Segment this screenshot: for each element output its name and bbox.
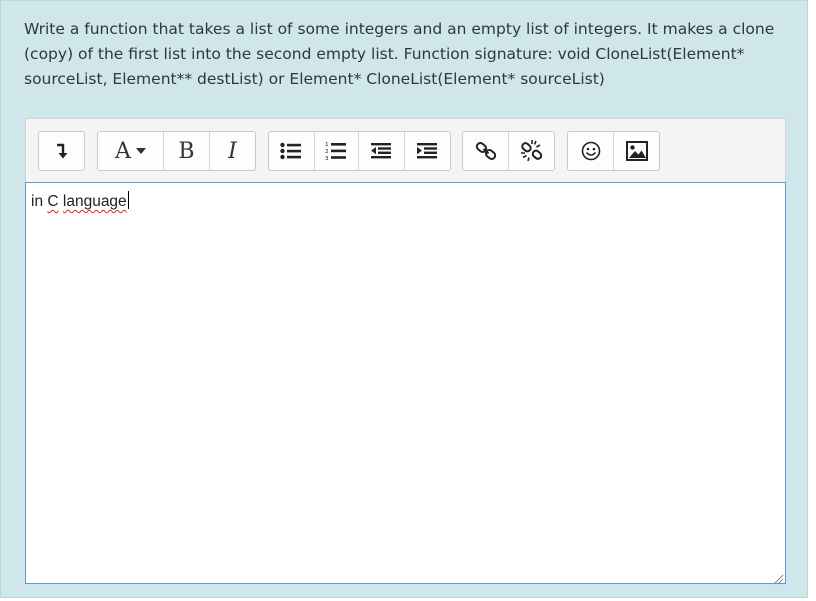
svg-text:1: 1: [325, 142, 329, 148]
indent-icon: [416, 142, 438, 160]
toolbar-group-links: [462, 131, 555, 171]
editor-toolbar: A B I 1 2 3: [25, 118, 786, 182]
chevron-down-icon: [135, 148, 146, 154]
question-text: Write a function that takes a list of so…: [24, 20, 775, 88]
bold-icon: B: [178, 138, 195, 164]
text-caret: [127, 191, 129, 209]
editor-text: in C language: [31, 191, 129, 211]
unordered-list-button[interactable]: [269, 132, 315, 170]
toolbar-group-insert: [567, 131, 660, 171]
editor-text-plain: in: [31, 193, 48, 210]
insert-image-button[interactable]: [614, 132, 659, 170]
font-style-icon: A: [115, 138, 131, 164]
unlink-button[interactable]: [509, 132, 554, 170]
resize-handle[interactable]: [772, 570, 784, 585]
toolbar-group-lists: 1 2 3: [268, 131, 451, 171]
toolbar-group-text-style: A B I: [97, 131, 256, 171]
svg-text:3: 3: [325, 156, 329, 161]
italic-button[interactable]: I: [210, 132, 255, 170]
misspelled-word: language: [62, 193, 127, 210]
link-button[interactable]: [463, 132, 509, 170]
editor-content-area[interactable]: in C language: [25, 182, 786, 585]
ordered-list-button[interactable]: 1 2 3: [315, 132, 360, 170]
outdent-button[interactable]: [359, 132, 405, 170]
font-style-button[interactable]: A: [98, 132, 164, 170]
image-icon: [625, 141, 648, 161]
toolbar-group-collapse: [38, 131, 85, 171]
emoji-icon: [581, 141, 601, 161]
unordered-list-icon: [280, 142, 302, 160]
outdent-icon: [370, 142, 392, 160]
rich-text-editor: A B I 1 2 3 in C language: [25, 118, 786, 585]
bold-button[interactable]: B: [164, 132, 210, 170]
unlink-icon: [520, 139, 544, 163]
italic-icon: I: [228, 138, 237, 164]
collapse-icon: [55, 142, 69, 160]
link-icon: [475, 140, 497, 162]
indent-button[interactable]: [405, 132, 450, 170]
emoji-button[interactable]: [568, 132, 614, 170]
collapse-toolbar-button[interactable]: [39, 132, 84, 170]
svg-text:2: 2: [325, 149, 329, 155]
ordered-list-icon: 1 2 3: [325, 141, 347, 161]
misspelled-word: C: [47, 193, 59, 210]
question-panel: Write a function that takes a list of so…: [0, 0, 808, 598]
resize-grip-icon: [773, 574, 784, 585]
